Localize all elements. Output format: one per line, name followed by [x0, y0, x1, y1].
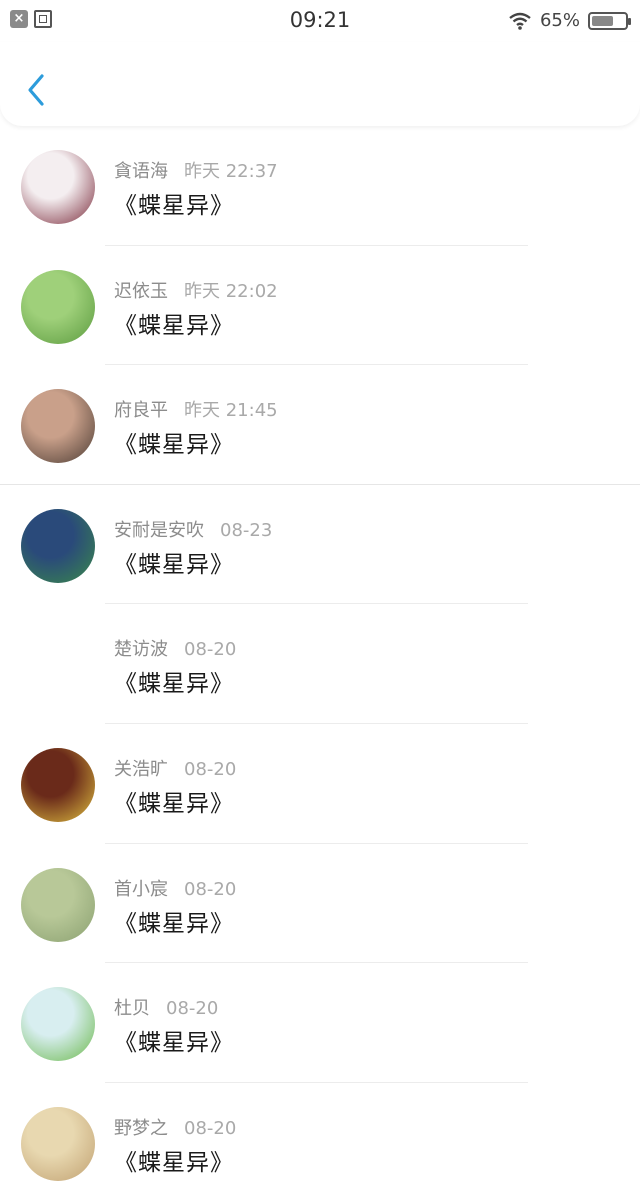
author-name[interactable]: 迟依玉 — [114, 281, 168, 302]
chevron-left-icon — [28, 74, 44, 106]
author-line: 关浩旷 08-20 — [114, 755, 236, 781]
timestamp: 昨天 22:37 — [184, 161, 278, 182]
book-title[interactable]: 《蝶星异》 — [114, 545, 234, 579]
timestamp: 08-20 — [166, 998, 219, 1020]
list-item[interactable]: 楚访波 08-20 《蝶星异》 — [0, 604, 640, 724]
list-item[interactable]: 迟依玉 昨天 22:02 《蝶星异》 — [0, 246, 640, 366]
list-item[interactable]: 关浩旷 08-20 《蝶星异》 — [0, 724, 640, 844]
status-bar: × 09:21 65% — [0, 0, 640, 42]
author-line: 府良平 昨天 21:45 — [114, 396, 278, 422]
author-name[interactable]: 关浩旷 — [114, 759, 168, 780]
book-title[interactable]: 《蝶星异》 — [114, 306, 234, 340]
author-name[interactable]: 楚访波 — [114, 639, 168, 660]
timestamp: 08-20 — [184, 1117, 237, 1139]
list-item[interactable]: 杜贝 08-20 《蝶星异》 — [0, 963, 640, 1083]
list-item[interactable]: 野梦之 08-20 《蝶星异》 — [0, 1083, 640, 1202]
avatar[interactable] — [21, 747, 95, 822]
battery-level — [592, 15, 613, 26]
book-title[interactable]: 《蝶星异》 — [114, 425, 234, 459]
author-name[interactable]: 野梦之 — [114, 1118, 168, 1139]
author-line: 安耐是安吹 08-23 — [114, 516, 272, 542]
author-name[interactable]: 杜贝 — [114, 998, 150, 1019]
navigation-bar — [0, 42, 640, 126]
avatar[interactable] — [21, 867, 95, 942]
back-button[interactable] — [20, 70, 50, 110]
author-line: 貪语海 昨天 22:37 — [114, 157, 278, 183]
list-item[interactable]: 安耐是安吹 08-23 《蝶星异》 — [0, 485, 640, 605]
author-name[interactable]: 貪语海 — [114, 161, 168, 182]
avatar[interactable] — [21, 628, 95, 702]
timestamp: 昨天 21:45 — [184, 400, 278, 422]
book-title[interactable]: 《蝶星异》 — [114, 904, 234, 938]
avatar[interactable] — [21, 508, 95, 583]
list-item[interactable]: 府良平 昨天 21:45 《蝶星异》 — [0, 365, 640, 485]
timestamp: 08-20 — [184, 758, 237, 780]
avatar[interactable] — [21, 389, 95, 464]
book-title[interactable]: 《蝶星异》 — [114, 1023, 234, 1057]
avatar[interactable] — [21, 1106, 95, 1181]
timestamp: 昨天 22:02 — [184, 280, 278, 302]
list-item[interactable]: 首小宸 08-20 《蝶星异》 — [0, 844, 640, 964]
book-title[interactable]: 《蝶星异》 — [114, 1143, 234, 1177]
message-list: 貪语海 昨天 22:37 《蝶星异》 迟依玉 昨天 22:02 《蝶星异》 府良平 昨天 21… — [0, 126, 640, 1202]
author-line: 楚访波 08-20 — [114, 635, 236, 661]
avatar[interactable] — [21, 150, 95, 224]
timestamp: 08-23 — [220, 519, 273, 541]
author-line: 杜贝 08-20 — [114, 994, 218, 1020]
book-title[interactable]: 《蝶星异》 — [114, 664, 234, 698]
battery-percent: 65% — [539, 10, 580, 31]
list-item[interactable]: 貪语海 昨天 22:37 《蝶星异》 — [0, 126, 640, 246]
avatar[interactable] — [21, 987, 95, 1062]
book-title[interactable]: 《蝶星异》 — [114, 186, 234, 220]
author-line: 迟依玉 昨天 22:02 — [114, 277, 278, 303]
author-name[interactable]: 安耐是安吹 — [114, 520, 204, 541]
author-line: 首小宸 08-20 — [114, 875, 236, 901]
author-line: 野梦之 08-20 — [114, 1114, 236, 1140]
timestamp: 08-20 — [184, 639, 237, 661]
timestamp: 08-20 — [184, 878, 237, 900]
wifi-icon — [509, 12, 531, 30]
status-indicators: 65% — [508, 10, 631, 31]
battery-icon — [588, 11, 631, 30]
book-title[interactable]: 《蝶星异》 — [114, 784, 234, 818]
author-name[interactable]: 府良平 — [114, 400, 168, 421]
avatar[interactable] — [21, 269, 95, 344]
author-name[interactable]: 首小宸 — [114, 879, 168, 900]
